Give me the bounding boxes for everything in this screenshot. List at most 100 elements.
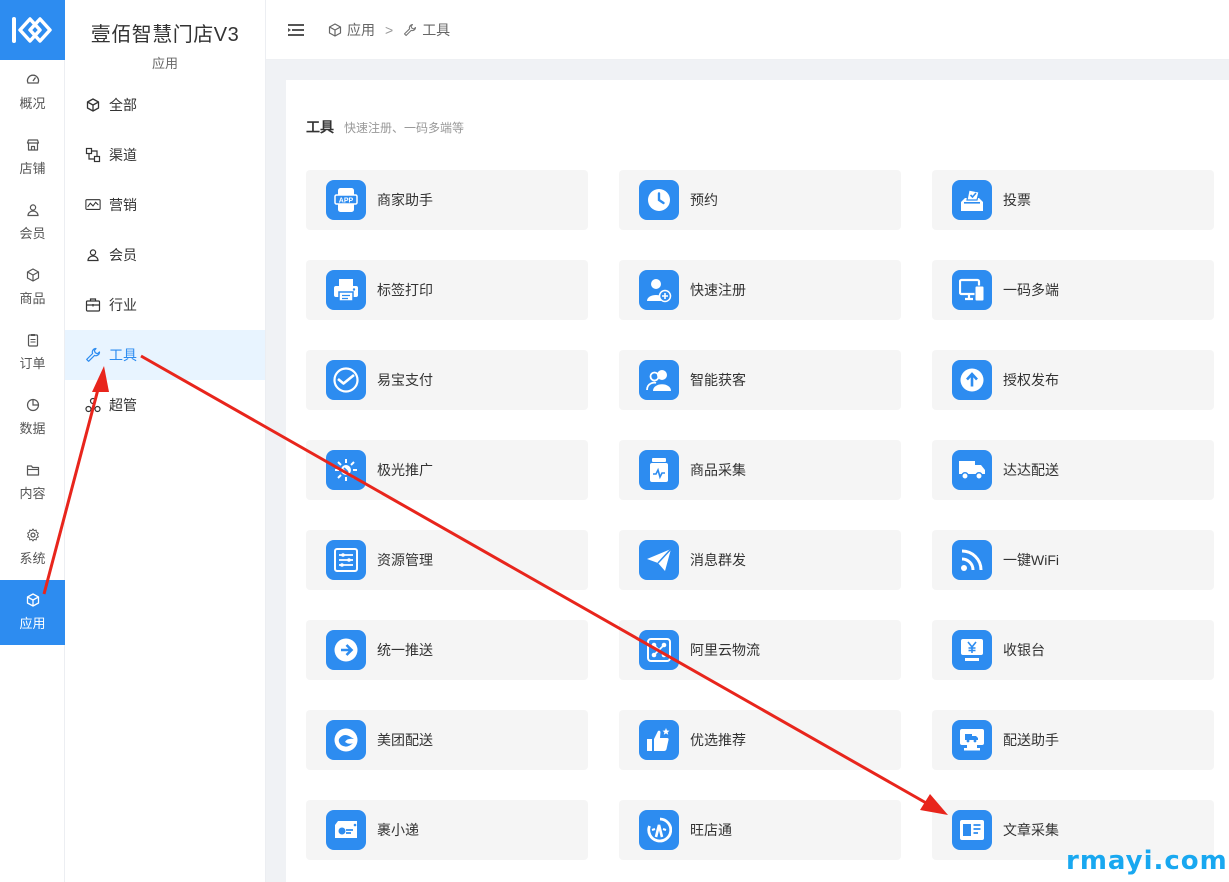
- send-icon: [639, 540, 679, 580]
- rail-item-2[interactable]: 会员: [0, 190, 65, 255]
- wangdian-icon: [639, 810, 679, 850]
- logistics-icon: [639, 630, 679, 670]
- tool-card[interactable]: 易宝支付: [306, 350, 588, 410]
- breadcrumb-current: 工具: [403, 20, 450, 40]
- tool-card[interactable]: 阿里云物流: [619, 620, 901, 680]
- wifi-icon: [952, 540, 992, 580]
- menu-toggle-icon[interactable]: [288, 21, 306, 39]
- tool-card[interactable]: 消息群发: [619, 530, 901, 590]
- clipboard-icon: [26, 333, 40, 347]
- sidebar-item-label: 渠道: [109, 147, 137, 163]
- cube-icon: [26, 593, 40, 607]
- tool-card[interactable]: 智能获客: [619, 350, 901, 410]
- tool-card[interactable]: 优选推荐: [619, 710, 901, 770]
- rail-item-label: 概况: [19, 96, 46, 111]
- tool-card-label: 收银台: [1003, 642, 1045, 658]
- sidebar-item-label: 全部: [109, 97, 137, 113]
- tool-card-label: 易宝支付: [377, 372, 433, 388]
- tool-card-label: 阿里云物流: [690, 642, 760, 658]
- tool-card[interactable]: 达达配送: [932, 440, 1214, 500]
- tool-card-label: 资源管理: [377, 552, 433, 568]
- dashboard-icon: [26, 73, 40, 87]
- sidebar-item-3[interactable]: 会员: [65, 230, 265, 280]
- sidebar-item-label: 会员: [109, 247, 137, 263]
- sidebar-item-label: 行业: [109, 297, 137, 313]
- tool-card-label: 达达配送: [1003, 462, 1059, 478]
- svg-text:APP: APP: [339, 198, 354, 205]
- tool-card[interactable]: 商品采集: [619, 440, 901, 500]
- rail-item-label: 应用: [19, 616, 46, 631]
- tool-card[interactable]: 预约: [619, 170, 901, 230]
- sidebar-item-label: 营销: [109, 197, 137, 213]
- tool-card-label: 授权发布: [1003, 372, 1059, 388]
- tool-card[interactable]: 一码多端: [932, 260, 1214, 320]
- list-settings-icon: [326, 540, 366, 580]
- rail-item-label: 数据: [19, 421, 46, 436]
- rail-item-label: 系统: [19, 551, 46, 566]
- tool-card[interactable]: 极光推广: [306, 440, 588, 500]
- tool-card[interactable]: 资源管理: [306, 530, 588, 590]
- tool-card[interactable]: 裹小递: [306, 800, 588, 860]
- user-icon: [26, 203, 40, 217]
- section-header: 工具 快速注册、一码多端等: [306, 117, 464, 137]
- sidebar-item-6[interactable]: 超管: [65, 380, 265, 430]
- rail-item-label: 商品: [19, 291, 46, 306]
- top-bar: 应用 > 工具: [266, 0, 1229, 60]
- monitor-chart-icon: [85, 197, 101, 213]
- rail-item-0[interactable]: 概况: [0, 60, 65, 125]
- app-icon: APP: [326, 180, 366, 220]
- tool-card[interactable]: 统一推送: [306, 620, 588, 680]
- store-icon: [26, 138, 40, 152]
- rail-item-1[interactable]: 店铺: [0, 125, 65, 190]
- sidebar-item-4[interactable]: 行业: [65, 280, 265, 330]
- admin-icon: [85, 397, 101, 413]
- tool-card-label: 极光推广: [377, 462, 433, 478]
- clock-icon: [639, 180, 679, 220]
- tool-card-label: 快速注册: [690, 282, 746, 298]
- sidebar-item-2[interactable]: 营销: [65, 180, 265, 230]
- cube-icon: [85, 97, 101, 113]
- section-description: 快速注册、一码多端等: [344, 121, 465, 135]
- rail-item-label: 店铺: [19, 161, 46, 176]
- tools-panel: 工具 快速注册、一码多端等 APP 商家助手 预约 投票标签打印 快速注册 一码多端易宝支…: [286, 80, 1229, 882]
- pie-chart-icon: [26, 398, 40, 412]
- tool-card-label: 消息群发: [690, 552, 746, 568]
- tool-card[interactable]: APP 商家助手: [306, 170, 588, 230]
- jar-icon: [639, 450, 679, 490]
- tool-card[interactable]: 标签打印: [306, 260, 588, 320]
- breadcrumb-current-label: 工具: [422, 21, 451, 38]
- cashier-icon: [952, 630, 992, 670]
- tool-card[interactable]: 收银台: [932, 620, 1214, 680]
- tool-card[interactable]: 配送助手: [932, 710, 1214, 770]
- sidebar-item-label: 超管: [109, 397, 137, 413]
- rail-item-4[interactable]: 订单: [0, 320, 65, 385]
- rail-item-5[interactable]: 数据: [0, 385, 65, 450]
- briefcase-icon: [85, 297, 101, 313]
- tool-card[interactable]: 一键WiFi: [932, 530, 1214, 590]
- folder-icon: [26, 463, 40, 477]
- rail-item-7[interactable]: 系统: [0, 515, 65, 580]
- rail-item-3[interactable]: 商品: [0, 255, 65, 320]
- tool-card-label: 商品采集: [690, 462, 746, 478]
- tool-card-label: 美团配送: [377, 732, 433, 748]
- tool-card[interactable]: 美团配送: [306, 710, 588, 770]
- sidebar-item-1[interactable]: 渠道: [65, 130, 265, 180]
- section-title: 工具: [306, 119, 334, 135]
- user-icon: [85, 247, 101, 263]
- sidebar-item-0[interactable]: 全部: [65, 80, 265, 130]
- tool-card[interactable]: 授权发布: [932, 350, 1214, 410]
- tool-card[interactable]: 快速注册: [619, 260, 901, 320]
- breadcrumb-root[interactable]: 应用: [328, 20, 375, 40]
- rail-item-8[interactable]: 应用: [0, 580, 65, 645]
- thumbs-up-icon: [639, 720, 679, 760]
- aurora-icon: [326, 450, 366, 490]
- rail-item-6[interactable]: 内容: [0, 450, 65, 515]
- rail-item-label: 会员: [19, 226, 46, 241]
- shop-name: 壹佰智慧门店V3: [90, 24, 240, 46]
- rail-item-label: 内容: [19, 486, 46, 501]
- tool-card-label: 统一推送: [377, 642, 433, 658]
- app-logo[interactable]: [0, 0, 65, 60]
- tool-card[interactable]: 旺店通: [619, 800, 901, 860]
- tool-card[interactable]: 投票: [932, 170, 1214, 230]
- sidebar-item-5[interactable]: 工具: [65, 330, 265, 380]
